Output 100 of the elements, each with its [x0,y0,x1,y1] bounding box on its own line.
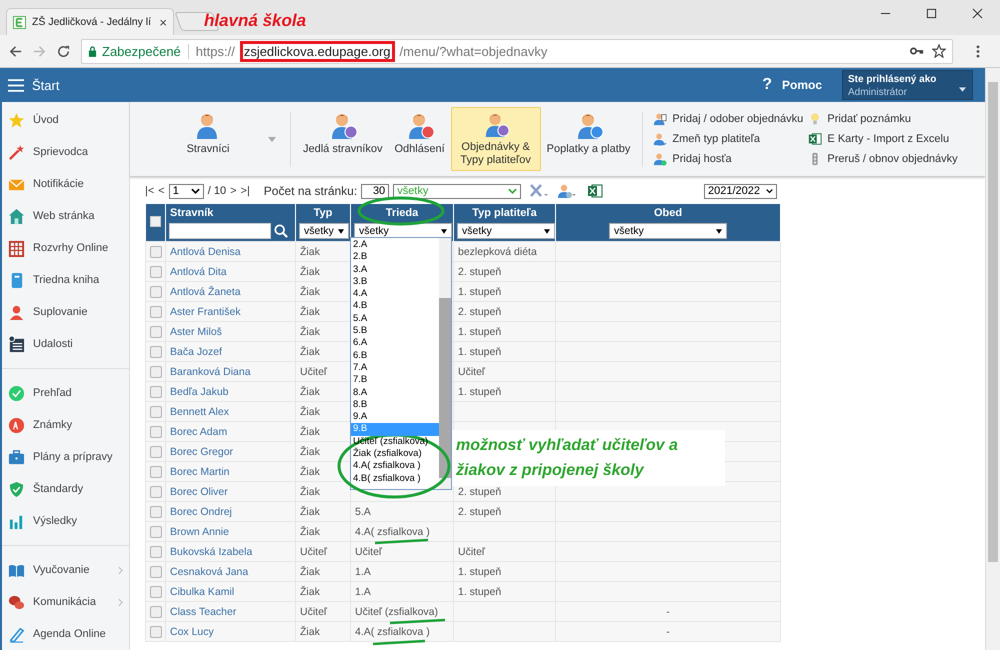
previous-page-link[interactable]: < [158,185,165,197]
page-select[interactable]: 1 [168,184,204,198]
first-page-link[interactable]: |< [145,185,154,197]
filter-select[interactable]: všetky [609,223,727,239]
underline-mark [390,618,446,624]
toolbar-action[interactable]: Pridaj / odober objednávku [653,109,808,129]
row-checkbox[interactable] [150,466,162,478]
next-page-link[interactable]: > [230,185,237,197]
scrollbar[interactable] [985,68,1000,650]
row-checkbox[interactable] [150,306,162,318]
sidebar-item[interactable]: Plány a prípravy [2,441,129,473]
row-checkbox[interactable] [150,366,162,378]
row-checkbox[interactable] [150,426,162,438]
scrollbar[interactable] [439,238,451,489]
row-checkbox[interactable] [150,266,162,278]
reload-icon[interactable] [56,44,71,58]
row-checkbox[interactable] [150,606,162,618]
maximize-icon[interactable] [926,8,937,19]
eaters-button[interactable]: Stravníci [148,107,268,171]
browser-tab[interactable]: ZŠ Jedličková - Jedálny lí × [6,8,174,35]
toolbar-button[interactable]: Jedlá stravníkov [297,107,388,171]
menu-icon[interactable] [8,78,24,92]
dropdown-option[interactable]: 4.B [351,300,439,313]
table-cell: 4.A( zsfialkova ) [355,526,430,538]
dropdown-option[interactable]: 5.A [351,312,439,326]
sidebar-item[interactable]: Udalosti [2,328,129,360]
address-field[interactable]: Zabezpečené https:// zsjedlickova.edupage.org /menu/?what=objednavky [81,38,953,64]
row-checkbox[interactable] [150,286,162,298]
sidebar-item[interactable]: Úvod [2,104,129,136]
caret-icon [959,87,966,92]
filter-select[interactable]: všetky [457,223,555,239]
dropdown-option[interactable]: 7.B [351,374,439,387]
row-checkbox[interactable] [150,526,162,538]
lock-icon [88,46,97,56]
search-field[interactable] [169,223,271,239]
spreadsheet-icon[interactable] [585,183,606,199]
dropdown-option[interactable]: Žiak (zsfialkova) [351,448,439,460]
dropdown-option[interactable]: 6.A [351,337,439,350]
row-checkbox[interactable] [150,486,162,498]
tab-close-button[interactable]: × [159,14,167,30]
dropdown-option[interactable]: 2.A [351,239,439,252]
toolbar-action[interactable]: Preruš / obnov objednávky [808,149,968,169]
row-checkbox[interactable] [150,346,162,358]
caret-icon[interactable] [268,136,276,142]
help-link[interactable]: Pomoc [782,78,822,92]
dropdown-option[interactable]: 3.B [351,276,439,288]
dropdown-option[interactable]: 8.B [351,398,439,412]
sidebar-item[interactable]: Notifikácie [2,168,129,200]
row-checkbox[interactable] [150,626,162,638]
sidebar-item[interactable]: Vyučovanie [2,554,129,586]
search-icon[interactable] [274,224,288,238]
sidebar-item[interactable]: Suplovanie [2,296,129,328]
caret-icon [716,228,722,234]
dropdown-option[interactable]: 4.A( zsfialkova ) [351,460,439,473]
select-all-checkbox[interactable] [150,216,161,226]
tools-icon[interactable] [529,183,550,199]
sidebar-item[interactable]: Prehľad [2,377,129,409]
per-page-field[interactable]: 30 [361,184,390,198]
row-checkbox[interactable] [150,406,162,418]
row-checkbox[interactable] [150,566,162,578]
toolbar-action[interactable]: Pridať poznámku [808,109,968,129]
sidebar-item[interactable]: Komunikácia [2,586,129,618]
user-menu[interactable]: Ste prihlásený ako Administrátor [842,70,973,100]
underline-mark [372,640,426,646]
sidebar-item[interactable]: Sprievodca [2,136,129,168]
menu-icon[interactable] [976,44,980,58]
person-check-icon[interactable] [557,183,578,199]
row-checkbox[interactable] [150,586,162,598]
star-icon[interactable] [932,44,946,58]
row-checkbox[interactable] [150,506,162,518]
row-checkbox[interactable] [150,326,162,338]
row-checkbox[interactable] [150,546,162,558]
toolbar-button[interactable]: Objednávky & Typy platiteľov [450,107,541,171]
dropdown-option[interactable]: 2.B [351,251,439,264]
toolbar-button[interactable]: Odhlásení [388,107,451,171]
close-icon[interactable] [972,8,983,19]
toolbar-action[interactable]: Pridaj hosťa [653,149,808,169]
sidebar-item[interactable]: Známky [2,409,129,441]
toolbar-action[interactable]: E Karty - Import z Excelu [808,129,968,149]
column-header[interactable]: Obed [654,206,682,218]
row-checkbox[interactable] [150,246,162,258]
last-page-link[interactable]: >| [240,185,250,197]
back-icon[interactable] [8,44,23,58]
sidebar-item[interactable]: Výsledky [2,505,129,537]
security-label: Zabezpečené [102,44,181,58]
row-checkbox[interactable] [150,446,162,458]
sidebar-item[interactable]: Agenda Online [2,618,129,650]
year-select[interactable]: 2021/2022 [704,184,777,198]
table-cell: Žiak [300,326,320,338]
sidebar-item[interactable]: Štandardy [2,473,129,505]
filter-select[interactable]: všetky [299,223,349,239]
sidebar-item[interactable]: Triedna kniha [2,264,129,296]
dropdown-option[interactable]: 4.B( zsfialkova ) [351,472,439,485]
sidebar-item[interactable]: Rozvrhy Online [2,232,129,264]
toolbar-button[interactable]: Poplatky a platby [540,107,636,171]
forward-icon[interactable] [32,44,47,58]
sidebar-item[interactable]: Web stránka [2,200,129,232]
row-checkbox[interactable] [150,386,162,398]
toolbar-action[interactable]: Zmeň typ platiteľa [653,129,808,149]
help-icon[interactable]: ? [762,76,772,94]
